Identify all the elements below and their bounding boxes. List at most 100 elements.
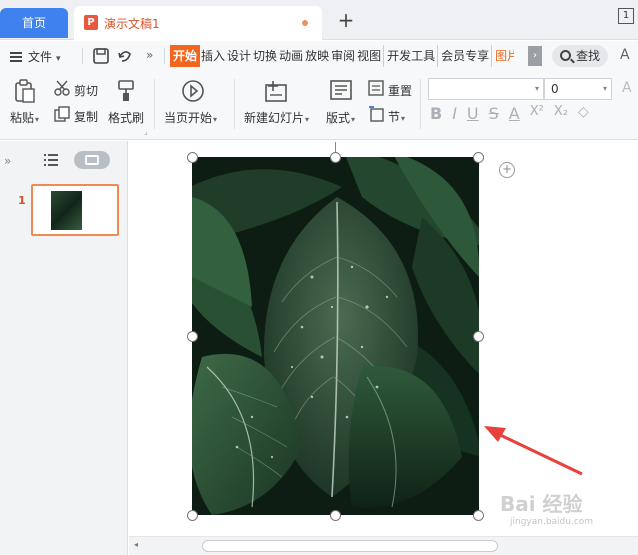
cut-button[interactable]: 剪切 xyxy=(74,82,98,99)
copy-icon xyxy=(54,106,70,122)
resize-handle-bottom-left[interactable] xyxy=(187,510,198,521)
slide-view-icon xyxy=(85,155,99,165)
chevron-down-icon: ▾ xyxy=(56,54,61,64)
format-painter-button[interactable]: 格式刷 xyxy=(108,109,144,126)
leaf-photo[interactable] xyxy=(192,157,479,515)
tab-view[interactable]: 视图 xyxy=(356,45,385,67)
format-painter-icon[interactable] xyxy=(116,79,136,103)
tab-home[interactable]: 首页 xyxy=(0,8,68,38)
paste-label: 粘贴 xyxy=(10,111,35,125)
document-title: 演示文稿1 xyxy=(104,17,160,31)
bold-button[interactable]: B xyxy=(430,104,442,123)
presentation-icon: P xyxy=(84,15,98,30)
more-tools-icon[interactable]: » xyxy=(146,48,153,62)
resize-handle-right[interactable] xyxy=(473,331,484,342)
search-label: 查找 xyxy=(576,49,601,63)
unsaved-dot-icon xyxy=(302,20,308,26)
slide-thumbnail[interactable] xyxy=(31,184,119,236)
tab-animation[interactable]: 动画 xyxy=(278,45,304,67)
scrollbar-thumb[interactable] xyxy=(202,540,498,552)
italic-button[interactable]: I xyxy=(452,104,457,123)
hamburger-icon xyxy=(10,52,22,62)
tab-developer[interactable]: 开发工具 xyxy=(386,45,439,67)
scroll-left-icon[interactable]: ◂ xyxy=(134,540,138,549)
resize-handle-bottom-right[interactable] xyxy=(473,510,484,521)
eraser-icon[interactable]: ◇ xyxy=(578,104,589,123)
new-tab-button[interactable]: + xyxy=(336,10,356,30)
tab-insert[interactable]: 插入 xyxy=(200,45,226,67)
font-size-value: 0 xyxy=(551,82,559,96)
divider xyxy=(234,79,235,129)
search-icon xyxy=(560,50,571,61)
paste-icon[interactable] xyxy=(14,79,36,103)
caret-down-icon: ▾ xyxy=(351,115,356,124)
layout-icon[interactable] xyxy=(330,80,352,100)
increase-font-icon[interactable]: A xyxy=(622,80,632,96)
caret-down-icon: ▾ xyxy=(401,114,406,123)
tab-bar: 首页 P 演示文稿1 + 1 xyxy=(0,0,638,40)
resize-handle-top[interactable] xyxy=(330,152,341,163)
tab-review[interactable]: 审阅 xyxy=(330,45,356,67)
superscript-button[interactable]: X² xyxy=(530,104,544,123)
tab-design[interactable]: 设计 xyxy=(226,45,252,67)
copy-button[interactable]: 复制 xyxy=(74,108,98,125)
section-icon xyxy=(369,106,384,122)
new-slide-label: 新建幻灯片 xyxy=(244,111,305,125)
thumbnail-image xyxy=(51,191,82,230)
divider xyxy=(164,48,165,64)
tab-transition[interactable]: 切换 xyxy=(252,45,278,67)
paste-button[interactable]: 粘贴▾ xyxy=(10,109,39,126)
outline-view-icon[interactable] xyxy=(44,154,58,166)
start-from-current-button[interactable]: 当页开始▾ xyxy=(164,109,217,126)
ribbon-tabs: 开始 插入 设计 切换 动画 放映 审阅 视图 开发工具 会员专享 图片 xyxy=(170,45,514,67)
underline-button[interactable]: U xyxy=(467,104,479,123)
tab-document[interactable]: P 演示文稿1 xyxy=(74,6,322,40)
layout-button[interactable]: 版式▾ xyxy=(326,109,355,126)
caret-down-icon: ▾ xyxy=(35,115,40,124)
tab-slideshow[interactable]: 放映 xyxy=(304,45,330,67)
resize-handle-top-right[interactable] xyxy=(473,152,484,163)
resize-handle-bottom[interactable] xyxy=(330,510,341,521)
add-element-icon[interactable]: + xyxy=(499,162,515,178)
resize-handle-top-left[interactable] xyxy=(187,152,198,163)
new-slide-icon[interactable] xyxy=(264,79,290,103)
baidu-watermark: Bai 经验 jingyan.baidu.com xyxy=(500,488,593,527)
subscript-button[interactable]: X₂ xyxy=(554,104,568,123)
section-button[interactable]: 节▾ xyxy=(388,108,405,125)
horizontal-scrollbar[interactable]: ◂ xyxy=(129,536,638,555)
slide-view-toggle[interactable] xyxy=(74,151,110,169)
tab-member[interactable]: 会员专享 xyxy=(440,45,493,67)
undo-icon[interactable] xyxy=(116,47,134,65)
caret-down-icon: ▾ xyxy=(534,84,539,93)
divider xyxy=(82,48,83,64)
strikethrough-button[interactable]: S xyxy=(489,104,499,123)
tab-picture[interactable]: 图片 xyxy=(494,45,514,67)
reset-button[interactable]: 重置 xyxy=(388,82,412,99)
resize-handle-left[interactable] xyxy=(187,331,198,342)
divider xyxy=(154,79,155,129)
font-a-icon[interactable]: A xyxy=(620,47,630,63)
layout-label: 版式 xyxy=(326,111,351,125)
caret-down-icon: ▾ xyxy=(602,84,607,93)
font-color-button[interactable]: A xyxy=(509,104,520,123)
window-count-badge[interactable]: 1 xyxy=(618,8,634,24)
reset-icon xyxy=(368,80,384,96)
play-icon[interactable] xyxy=(181,79,205,103)
save-icon[interactable] xyxy=(92,47,110,65)
font-size-select[interactable]: 0 ▾ xyxy=(544,78,612,100)
caret-down-icon: ▾ xyxy=(305,115,310,124)
slide-panel: » 1 xyxy=(0,141,128,555)
font-name-select[interactable]: ▾ xyxy=(428,78,544,100)
tab-start[interactable]: 开始 xyxy=(170,45,201,67)
search-button[interactable]: 查找 xyxy=(552,45,608,67)
section-label: 节 xyxy=(388,110,401,124)
ribbon-toolbar: 粘贴▾ 剪切 复制 格式刷 ⌟ 当页开始▾ 新建幻灯片▾ 版式▾ 重置 节▾ ▾… xyxy=(0,71,638,140)
file-menu-button[interactable]: 文件 ▾ xyxy=(10,48,61,65)
caret-down-icon: ▾ xyxy=(213,115,218,124)
new-slide-button[interactable]: 新建幻灯片▾ xyxy=(244,109,309,126)
divider xyxy=(420,79,421,129)
collapse-panel-icon[interactable]: » xyxy=(4,154,11,168)
watermark-sub: jingyan.baidu.com xyxy=(510,517,594,527)
scroll-tabs-right-icon[interactable]: › xyxy=(528,46,542,66)
dialog-launcher-icon[interactable]: ⌟ xyxy=(144,127,148,136)
